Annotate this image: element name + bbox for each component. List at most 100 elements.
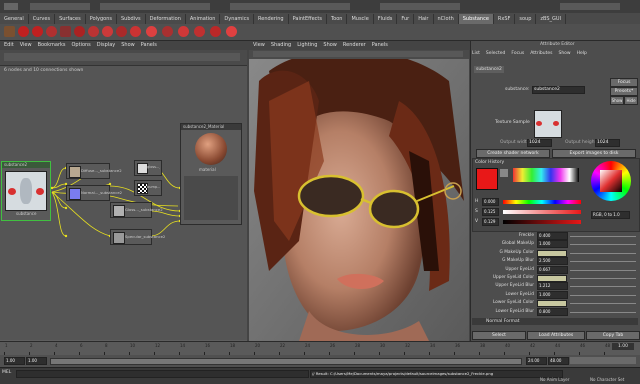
attribute-field[interactable]: 1.212 (537, 282, 568, 291)
menu-item[interactable]: Panels (141, 41, 157, 50)
substance-icon[interactable] (210, 26, 221, 37)
shelf-tab[interactable]: Surfaces (55, 14, 86, 24)
substance-icon[interactable] (162, 26, 173, 37)
material-node[interactable]: substance2_Material material (180, 123, 242, 225)
substance-icon[interactable] (130, 26, 141, 37)
substance-icon[interactable] (18, 26, 29, 37)
time-slider[interactable]: 1 2 4 6 8 10 12 14 16 18 20 22 24 26 28 30 32 34 36 38 40 42 4… (0, 341, 640, 356)
substance-icon[interactable] (60, 26, 71, 37)
range-bar[interactable] (50, 358, 522, 365)
select-button[interactable]: Select (472, 331, 526, 340)
menu-item[interactable]: Show (323, 41, 337, 50)
attribute-field[interactable]: 1.000 (537, 290, 568, 299)
menu-item[interactable]: Selected (486, 51, 506, 58)
substance-icon[interactable] (194, 26, 205, 37)
menu-item[interactable]: Help (577, 51, 587, 58)
normal-format-section[interactable]: Normal Format (472, 318, 638, 325)
presets-button[interactable]: Presets* (610, 87, 638, 96)
file-tools-icon[interactable] (30, 3, 90, 10)
command-input[interactable] (16, 370, 309, 378)
color-swatch[interactable] (537, 249, 567, 257)
menu-item[interactable]: Lighting (297, 41, 317, 50)
shelf-tab[interactable]: Muscle (347, 14, 374, 24)
render-tools-icon[interactable] (380, 3, 460, 10)
shelf-tab[interactable]: RxSF (494, 14, 516, 24)
menu-item[interactable]: Panels (372, 41, 388, 50)
node-graph[interactable]: 6 nodes and 10 connections shown substan… (0, 66, 247, 340)
attribute-field[interactable]: 2.500 (537, 257, 568, 266)
create-shader-button[interactable]: Create shader network (476, 149, 550, 158)
end-time-field[interactable]: 48.00 (548, 357, 569, 365)
shelf-tab[interactable]: Deformation (146, 14, 186, 24)
attribute-field[interactable]: 1.000 (537, 240, 568, 249)
texture-node[interactable]: Diffuse..._substance2 (66, 163, 122, 179)
playback-controls[interactable] (570, 357, 636, 364)
shelf-tab[interactable]: zBS_GUI (536, 14, 567, 24)
attribute-field[interactable]: 0.400 (537, 232, 568, 240)
substance-icon[interactable] (146, 26, 157, 37)
menu-item[interactable]: Edit (4, 41, 14, 50)
selection-mask-icon[interactable] (100, 3, 210, 10)
show-button[interactable]: Show (610, 96, 624, 105)
viewport-tool-icons[interactable] (253, 51, 463, 57)
attribute-slider[interactable] (570, 303, 636, 305)
start-time-field[interactable]: 1.00 (4, 357, 25, 365)
bump-node[interactable]: bump..._substance2 (134, 180, 162, 196)
hypershade-tool-icons[interactable] (4, 53, 240, 61)
menu-item[interactable]: Focus (511, 51, 524, 58)
attribute-field[interactable]: 0.800 (537, 307, 568, 316)
shelf-tab[interactable]: Dynamics (220, 14, 255, 24)
attribute-slider[interactable] (570, 252, 636, 254)
anim-layer-label[interactable]: No Anim Layer (540, 377, 569, 382)
menu-item[interactable]: Show (558, 51, 570, 58)
output-width-field[interactable]: 1024 (527, 139, 552, 147)
playback-end-field[interactable]: 24.00 (526, 357, 547, 365)
substance-icon[interactable] (178, 26, 189, 37)
menu-item[interactable]: Options (72, 41, 91, 50)
attribute-slider[interactable] (570, 286, 636, 288)
shelf-tab[interactable]: Animation (186, 14, 221, 24)
h-field[interactable]: 0.000 (482, 198, 499, 206)
playback-start-field[interactable]: 1.00 (26, 357, 47, 365)
substance-node[interactable]: substance2 substance (1, 161, 51, 221)
color-wheel[interactable] (591, 161, 631, 201)
attribute-slider[interactable] (570, 294, 636, 296)
panel-toggle-icon[interactable] (560, 3, 620, 10)
v-slider[interactable] (503, 220, 581, 224)
shelf-tab[interactable]: Toon (327, 14, 348, 24)
color-swatch[interactable] (537, 300, 567, 308)
shelf-tab[interactable]: Fur (397, 14, 415, 24)
shelf-tab[interactable]: Curves (29, 14, 56, 24)
shelf-tab[interactable]: nCloth (434, 14, 459, 24)
eyedropper-icon[interactable] (500, 169, 508, 177)
menu-item[interactable]: Show (121, 41, 135, 50)
menu-item[interactable]: Display (97, 41, 115, 50)
menu-item[interactable]: View (20, 41, 32, 50)
shelf-tab[interactable]: General (0, 14, 29, 24)
viewport-3d[interactable] (249, 41, 469, 341)
menu-item[interactable]: Renderer (343, 41, 366, 50)
focus-button[interactable]: Focus (610, 78, 638, 87)
menu-item[interactable]: Bookmarks (38, 41, 66, 50)
substance-icon[interactable] (32, 26, 43, 37)
texture-node[interactable]: Normal..._substance2 (66, 185, 122, 201)
shelf-tab[interactable]: Substance (458, 14, 494, 24)
menu-item[interactable]: Attributes (530, 51, 552, 58)
color-swatch[interactable] (537, 275, 567, 282)
texture-node[interactable]: Specular_substance2 (110, 229, 165, 245)
shelf-menu-icon[interactable] (4, 26, 15, 37)
mode-menu[interactable] (4, 3, 18, 10)
bump-node[interactable]: gloss..._sub (134, 160, 162, 176)
shelf-tab[interactable]: Fluids (374, 14, 398, 24)
color-mode-dropdown[interactable]: RGB, 0 to 1.0 (591, 211, 630, 219)
output-height-field[interactable]: 1024 (595, 139, 620, 147)
color-history-swatches[interactable] (513, 168, 579, 182)
v-field[interactable]: 0.129 (482, 218, 499, 226)
attribute-slider[interactable] (570, 236, 636, 237)
s-slider[interactable] (503, 210, 581, 214)
snap-tools-icon[interactable] (230, 3, 350, 10)
shelf-tab[interactable]: PaintEffects (289, 14, 327, 24)
attribute-slider[interactable] (570, 311, 636, 313)
s-field[interactable]: 0.125 (482, 208, 499, 216)
node-name-field[interactable]: substance2 (532, 86, 585, 94)
